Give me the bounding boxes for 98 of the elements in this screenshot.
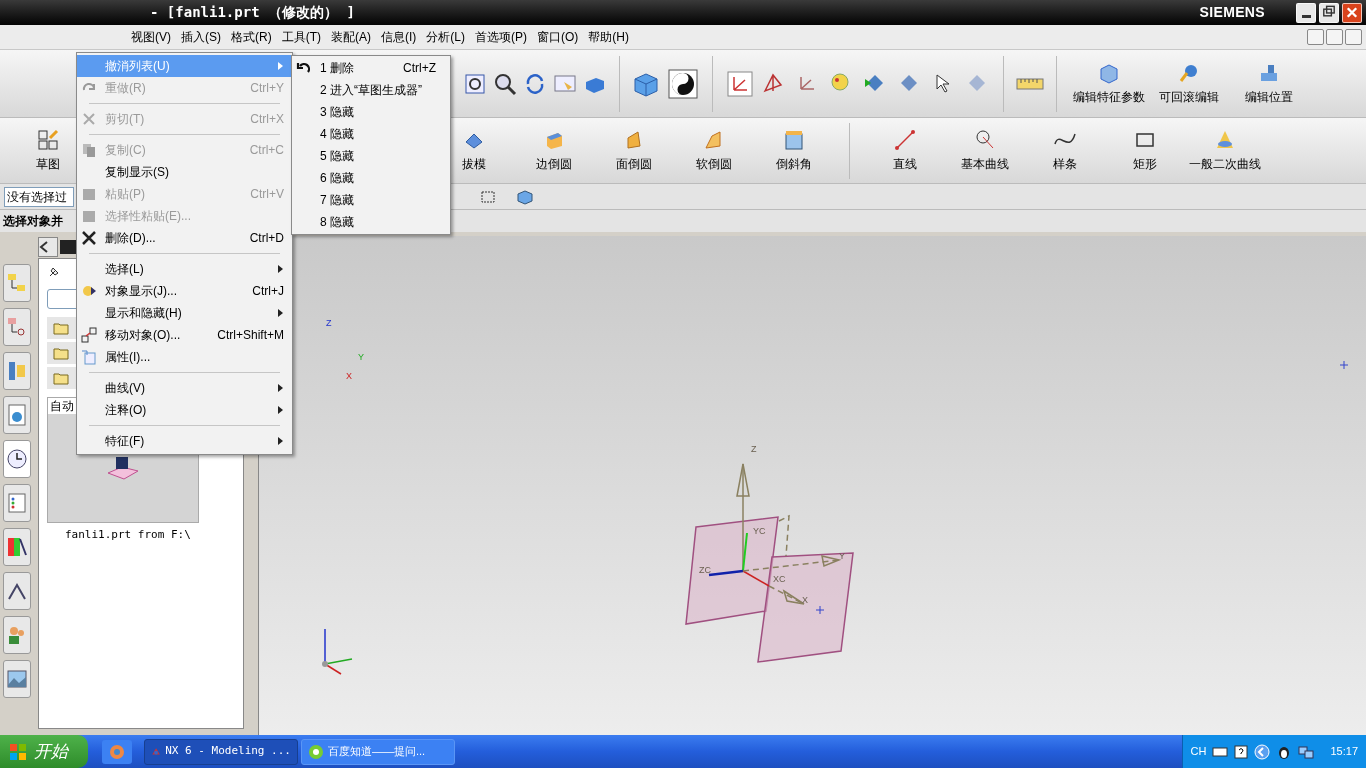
menu-item[interactable]: 首选项(P) (470, 27, 532, 47)
minimize-icon (1301, 15, 1311, 18)
menu-item[interactable]: 视图(V) (126, 27, 176, 47)
toolbar-button[interactable]: 软倒圆 (674, 128, 754, 173)
menu-item[interactable]: 2 进入“草图生成器” (292, 79, 450, 101)
pin-icon (47, 265, 61, 279)
axis-label: Z (326, 318, 332, 328)
tool-icon (893, 128, 917, 152)
doc-minimize-button[interactable] (1307, 29, 1324, 45)
cube-icon (516, 187, 534, 206)
folder-icon (53, 321, 69, 335)
menu-item[interactable]: 1 删除 Ctrl+Z (292, 57, 450, 79)
flag-icon (8, 741, 28, 762)
resource-tab[interactable] (3, 572, 31, 610)
menu-item[interactable]: 帮助(H) (583, 27, 634, 47)
keyboard-icon (1212, 745, 1229, 758)
chevron-left-icon (1254, 743, 1271, 760)
filter-dropdown[interactable]: 没有选择过 (4, 186, 74, 207)
taskbar-button[interactable]: NX 6 - Modeling ... (144, 738, 298, 765)
axis-label: X (802, 595, 808, 605)
clock-icon (5, 447, 29, 471)
view-triad-drawing (322, 628, 353, 675)
menu-item-icon (81, 349, 97, 365)
resource-tab[interactable] (3, 440, 31, 478)
axis-label: XC (773, 574, 786, 584)
crosshair-icon (1339, 360, 1349, 370)
status-prompt: 选择对象并 (3, 213, 63, 230)
close-button[interactable] (1342, 2, 1362, 23)
doc-close-button[interactable] (1345, 29, 1362, 45)
window-title: - [fanli1.prt （修改的） ] (150, 3, 355, 22)
toolbar-button[interactable]: 编辑位置 (1229, 61, 1309, 106)
menu-item[interactable]: 分析(L) (421, 27, 470, 47)
app-logo-icon (108, 742, 126, 761)
resource-tab[interactable] (3, 528, 31, 566)
menu-item-icon (81, 142, 97, 158)
tool-icon (782, 128, 806, 152)
menu-item-icon (81, 111, 97, 127)
toolbar-button[interactable]: 编辑特征参数 (1069, 61, 1149, 106)
menu-item[interactable]: 窗口(O) (532, 27, 584, 47)
help-icon (1234, 744, 1249, 759)
axis-label: Z (751, 444, 757, 454)
resource-tab[interactable] (3, 396, 31, 434)
toolbar-button[interactable]: 直线 (865, 128, 945, 173)
menu-item[interactable]: 8 隐藏 (292, 211, 450, 233)
menu-item[interactable]: 复制显示(S) (77, 161, 292, 183)
axis-label: Y (358, 352, 364, 362)
menu-item[interactable]: 7 隐藏 (292, 189, 450, 211)
axis-label: Y (839, 551, 845, 561)
document-icon (5, 403, 29, 427)
zoom-icon (493, 71, 517, 96)
axis-label: ZC (699, 565, 711, 575)
list-icon (5, 491, 29, 515)
folder-icon (53, 371, 69, 385)
axes-icon (727, 70, 753, 97)
toolbar-button[interactable]: 矩形 (1105, 128, 1185, 173)
taskbar-button[interactable]: 百度知道——提问... (301, 738, 455, 765)
tool-icon (36, 128, 60, 152)
yin-yang-icon (668, 68, 698, 99)
menu-item[interactable]: 3 隐藏 (292, 101, 450, 123)
collapse-button[interactable] (38, 237, 58, 257)
menu-item[interactable]: 格式(R) (226, 27, 277, 47)
chevron-left-icon (39, 241, 49, 253)
menu-item-icon (81, 327, 97, 343)
menu-item-icon (81, 283, 97, 299)
menu-item[interactable]: 信息(I) (376, 27, 422, 47)
quick-launch-button[interactable] (102, 739, 132, 764)
toolbar-button[interactable]: 面倒圆 (594, 128, 674, 173)
preview-caption: fanli1.prt from F:\ (65, 527, 192, 543)
landscape-icon (5, 667, 29, 691)
toolbar-button[interactable]: 倒斜角 (754, 128, 834, 173)
menu-item[interactable]: 工具(T) (276, 27, 326, 47)
menu-item-icon (81, 208, 97, 224)
toolbar-button[interactable]: 草图 (28, 128, 68, 173)
toolbar-button[interactable]: 样条 (1025, 128, 1105, 173)
app-icon (308, 743, 324, 760)
undo-arrow-icon (296, 62, 310, 74)
resource-tab[interactable] (3, 660, 31, 698)
menu-item[interactable]: 插入(S) (176, 27, 226, 47)
menu-item-icon (81, 230, 97, 246)
color-palette-icon (5, 535, 29, 559)
clock: 15:17 (1330, 744, 1358, 760)
select-rectangle-icon (480, 188, 496, 205)
resource-tab[interactable] (3, 616, 31, 654)
axis-label: X (346, 371, 352, 381)
menu-item-icon (81, 186, 97, 202)
menu-item[interactable]: 装配(A) (326, 27, 376, 47)
brand-logo: SIEMENS (1199, 3, 1265, 22)
axis-label: YC (753, 526, 766, 536)
folder-icon (53, 346, 69, 360)
toolbar-button[interactable]: 基本曲线 (945, 128, 1025, 173)
toolbar-button[interactable]: 一般二次曲线 (1185, 128, 1265, 173)
toolbar-button[interactable]: 边倒圆 (514, 128, 594, 173)
minimize-button[interactable] (1296, 2, 1316, 23)
doc-restore-button[interactable] (1326, 29, 1343, 45)
toolbar-button[interactable]: 可回滚编辑 (1149, 61, 1229, 106)
zoom-window-icon (463, 71, 487, 96)
restore-button[interactable] (1319, 2, 1339, 23)
resource-tab[interactable] (3, 352, 31, 390)
